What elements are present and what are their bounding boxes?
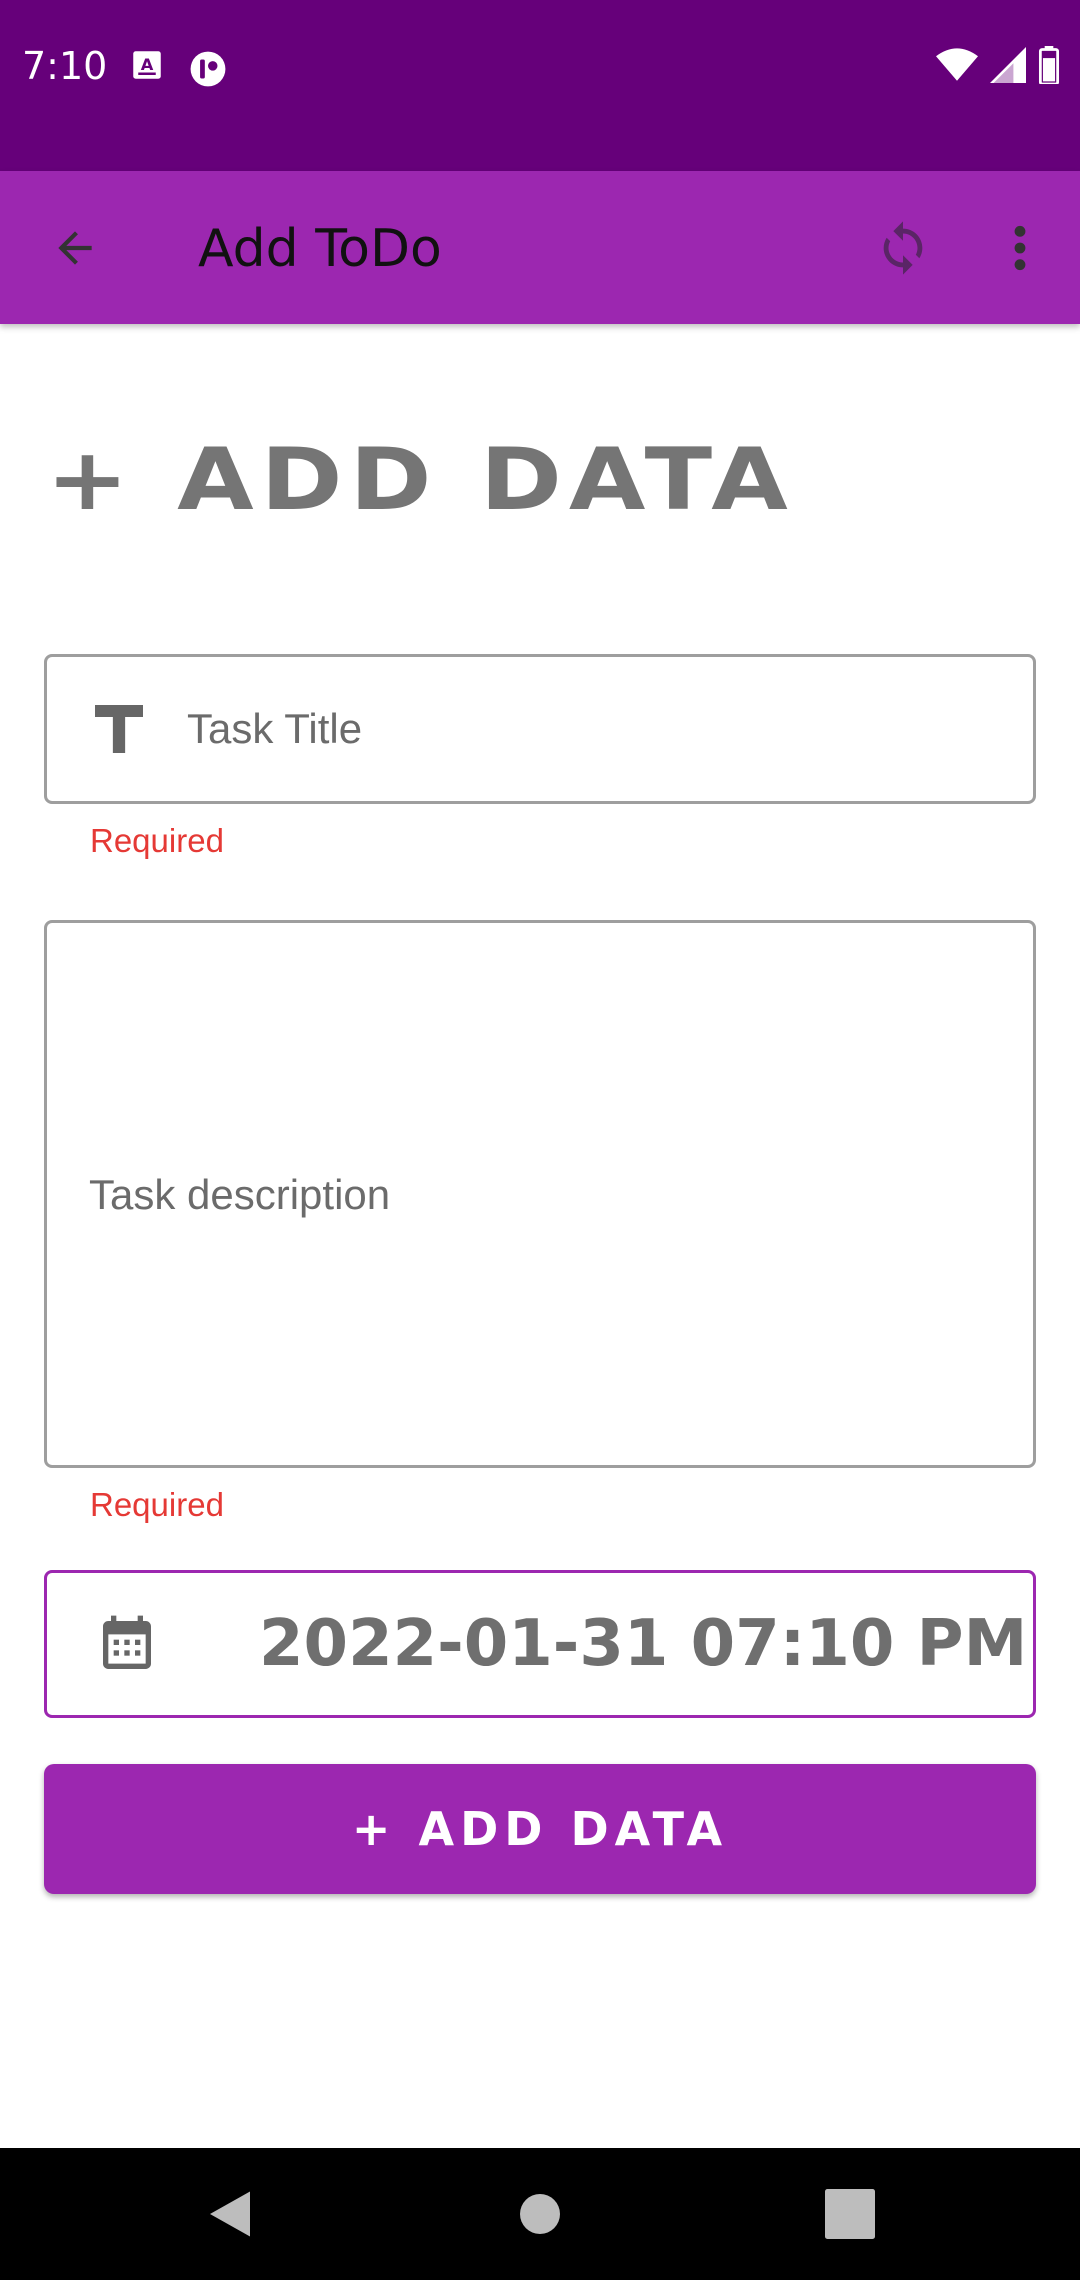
date-value: 2022-01-31 07:10 PM [259,1607,1028,1681]
task-description-field [44,920,1036,1468]
svg-text:A: A [141,55,154,74]
app-circle-icon [189,50,227,93]
nav-back-icon[interactable] [200,2184,260,2244]
more-options-button[interactable] [990,211,1050,285]
calendar-icon [103,1615,151,1669]
text-title-icon [95,705,143,753]
task-title-error: Required [90,822,224,859]
task-title-input[interactable] [187,657,1007,801]
arrow-back-icon [58,231,92,265]
date-picker-field[interactable]: 2022-01-31 07:10 PM [44,1570,1036,1718]
battery-icon [1038,46,1060,89]
add-data-button[interactable]: + ADD DATA [44,1764,1036,1894]
page-title: Add ToDo [198,219,442,279]
navigation-bar [0,2148,1080,2280]
status-time: 7:10 [22,44,108,88]
status-icons [936,46,1060,89]
task-description-error: Required [90,1486,224,1523]
nav-recents-icon[interactable] [820,2184,880,2244]
signal-icon [990,47,1026,88]
status-bar: 7:10 A [0,0,1080,171]
wifi-icon [936,47,978,88]
form-heading: + ADD DATA [46,430,795,530]
keyboard-a-icon: A [132,50,162,85]
screen: 7:10 A Add ToDo + ADD DATA Task Title Re… [0,0,1080,2280]
back-button[interactable] [40,213,110,283]
app-bar: Add ToDo [0,171,1080,324]
sync-icon [883,221,923,275]
more-vert-icon [1014,225,1026,271]
task-title-field [44,654,1036,804]
nav-home-icon[interactable] [520,2184,560,2244]
sync-button[interactable] [866,211,940,285]
task-description-input[interactable] [47,923,1033,1465]
